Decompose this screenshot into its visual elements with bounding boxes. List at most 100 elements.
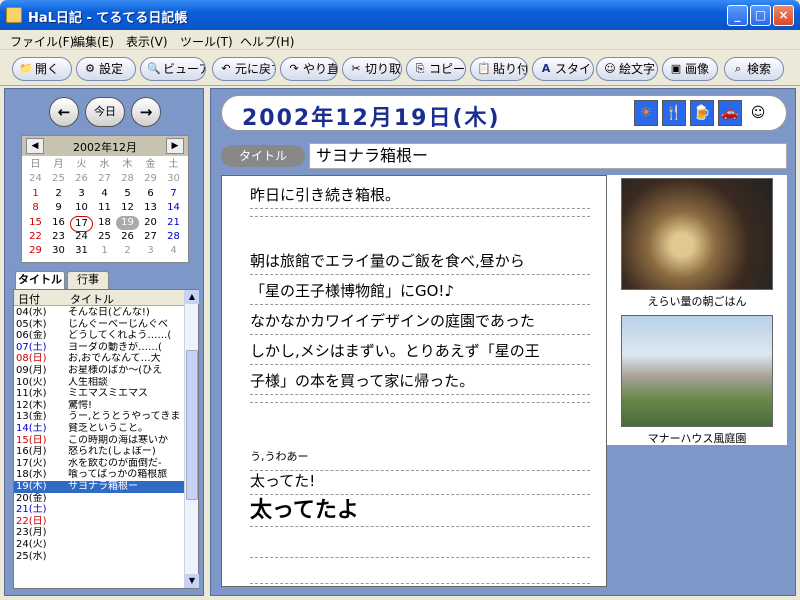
emoji-button[interactable]: ☺ 絵文字 (596, 57, 658, 81)
calendar-day[interactable]: 23 (47, 230, 70, 244)
list-item[interactable]: 06(金) どうしてくれよう……( (14, 330, 184, 342)
copy-button[interactable]: ⎘ コピー (406, 57, 466, 81)
calendar-day[interactable]: 29 (139, 172, 162, 186)
list-item[interactable]: 19(木) サヨナラ箱根ー (14, 481, 184, 493)
calendar-day[interactable]: 1 (93, 244, 116, 258)
list-item[interactable]: 08(日) お,おでんなんて…大 (14, 353, 184, 365)
list-item[interactable]: 05(木) じんぐーべーじんぐべ (14, 319, 184, 331)
breakfast-photo[interactable] (621, 178, 773, 290)
calendar-day[interactable]: 2 (116, 244, 139, 258)
open-button[interactable]: 📁 開く (12, 57, 72, 81)
entry-body[interactable]: 昨日に引き続き箱根。 朝は旅館でエライ量のご飯を食べ,昼から 「星の王子様博物館」に… (221, 175, 607, 587)
calendar-day[interactable]: 4 (93, 187, 116, 201)
list-item[interactable]: 16(月) 怒られた(しょぼー) (14, 446, 184, 458)
calendar-day[interactable]: 26 (116, 230, 139, 244)
calendar-day[interactable]: 8 (24, 201, 47, 215)
settings-button[interactable]: ⚙ 設定 (76, 57, 136, 81)
list-item[interactable]: 04(水) そんな日(どんな!) (14, 307, 184, 319)
list-item[interactable]: 20(金) (14, 493, 184, 505)
calendar-day[interactable]: 12 (116, 201, 139, 215)
calendar-day[interactable]: 24 (70, 230, 93, 244)
maximize-button[interactable]: □ (750, 5, 771, 26)
calendar-day[interactable]: 22 (24, 230, 47, 244)
calendar-day[interactable]: 16 (47, 216, 70, 230)
calendar-day[interactable]: 25 (47, 172, 70, 186)
calendar-day[interactable]: 25 (93, 230, 116, 244)
beer-icon[interactable]: 🍺 (690, 100, 714, 126)
list-item[interactable]: 13(金) うー,とうとうやってきま (14, 411, 184, 423)
calendar-day[interactable]: 5 (116, 187, 139, 201)
menu-edit[interactable]: 編集(E) (73, 33, 114, 50)
calendar-day[interactable]: 27 (93, 172, 116, 186)
calendar-day[interactable]: 21 (162, 216, 185, 230)
tab-events[interactable]: 行事 (67, 271, 109, 289)
calendar-day[interactable]: 30 (162, 172, 185, 186)
calendar-day[interactable]: 27 (139, 230, 162, 244)
tab-title[interactable]: タイトル (15, 271, 65, 289)
menu-tools[interactable]: ツール(T) (180, 33, 233, 50)
menu-view[interactable]: 表示(V) (126, 33, 168, 50)
list-item[interactable]: 21(土) (14, 504, 184, 516)
undo-button[interactable]: ↶元に戻す (212, 57, 276, 81)
list-item[interactable]: 12(木) 驚愕! (14, 400, 184, 412)
list-item[interactable]: 11(水) ミエマスミエマス (14, 388, 184, 400)
menu-help[interactable]: ヘルプ(H) (240, 33, 294, 50)
scroll-down-icon[interactable]: ▼ (185, 574, 199, 588)
calendar-day[interactable]: 7 (162, 187, 185, 201)
calendar-day[interactable]: 31 (70, 244, 93, 258)
list-item[interactable]: 22(日) (14, 516, 184, 528)
list-item[interactable]: 09(月) お星様のばか～(ひえ (14, 365, 184, 377)
search-button[interactable]: ⌕ 検索 (724, 57, 784, 81)
calendar-day[interactable]: 2 (47, 187, 70, 201)
list-item[interactable]: 14(土) 貧乏ということ。 (14, 423, 184, 435)
calendar-day[interactable]: 18 (93, 216, 116, 230)
image-button[interactable]: ▣ 画像 (662, 57, 718, 81)
list-item[interactable]: 10(火) 人生相談 (14, 377, 184, 389)
next-day-button[interactable]: → (131, 97, 161, 127)
calendar-day[interactable]: 24 (24, 172, 47, 186)
next-month-button[interactable]: ▶ (166, 138, 184, 154)
scroll-thumb[interactable] (186, 350, 198, 500)
column-date[interactable]: 日付 (18, 291, 40, 307)
scroll-up-icon[interactable]: ▲ (185, 290, 199, 304)
list-item[interactable]: 07(土) ヨーダの動きが……( (14, 342, 184, 354)
list-item[interactable]: 18(水) 喰ってばっかの箱根旅 (14, 469, 184, 481)
garden-photo[interactable] (621, 315, 773, 427)
prev-month-button[interactable]: ◀ (26, 138, 44, 154)
car-icon[interactable]: 🚗 (718, 100, 742, 126)
list-item[interactable]: 23(月) (14, 527, 184, 539)
calendar-day[interactable]: 3 (139, 244, 162, 258)
prev-day-button[interactable]: ← (49, 97, 79, 127)
calendar-day[interactable]: 3 (70, 187, 93, 201)
style-button[interactable]: Aスタイル (532, 57, 594, 81)
calendar-day[interactable]: 26 (70, 172, 93, 186)
calendar-day[interactable]: 14 (162, 201, 185, 215)
calendar-day[interactable]: 6 (139, 187, 162, 201)
calendar-day[interactable]: 10 (70, 201, 93, 215)
meal-icon[interactable]: 🍴 (662, 100, 686, 126)
list-item[interactable]: 24(火) (14, 539, 184, 551)
calendar-day[interactable]: 9 (47, 201, 70, 215)
redo-button[interactable]: ↷やり直し (280, 57, 338, 81)
menu-file[interactable]: ファイル(F) (10, 33, 74, 50)
list-item[interactable]: 15(日) この時期の海は寒いか (14, 435, 184, 447)
list-scrollbar[interactable]: ▲ ▼ (184, 290, 199, 588)
calendar-day[interactable]: 30 (47, 244, 70, 258)
title-field[interactable]: サヨナラ箱根ー (309, 143, 787, 169)
viewer-button[interactable]: 🔍 ビューア (140, 57, 206, 81)
close-button[interactable]: × (773, 5, 794, 26)
calendar-day[interactable]: 15 (24, 216, 47, 230)
calendar-day[interactable]: 1 (24, 187, 47, 201)
list-item[interactable]: 25(水) (14, 551, 184, 563)
minimize-button[interactable]: _ (727, 5, 748, 26)
paste-button[interactable]: 📋貼り付け (470, 57, 528, 81)
calendar-day[interactable]: 20 (139, 216, 162, 230)
calendar-day[interactable]: 4 (162, 244, 185, 258)
calendar-day[interactable]: 11 (93, 201, 116, 215)
cut-button[interactable]: ✂切り取り (342, 57, 402, 81)
today-button[interactable]: 今日 (85, 97, 125, 127)
calendar-day[interactable]: 28 (116, 172, 139, 186)
calendar-day[interactable]: 29 (24, 244, 47, 258)
calendar-day[interactable]: 13 (139, 201, 162, 215)
list-item[interactable]: 17(火) 水を飲むのが面倒だ- (14, 458, 184, 470)
